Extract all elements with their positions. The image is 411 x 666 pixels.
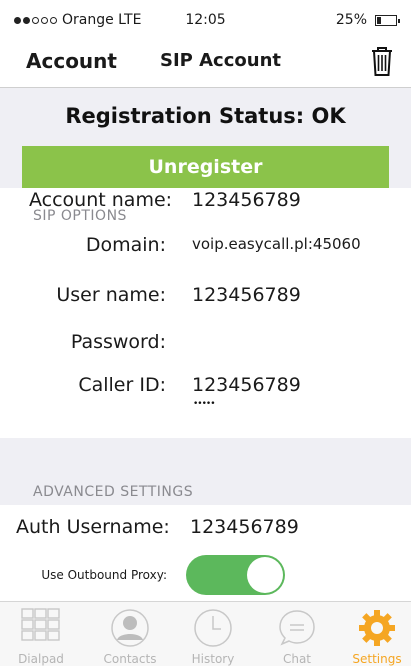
dialpad-icon: [21, 608, 60, 641]
auth-username-field[interactable]: 123456789: [190, 516, 299, 538]
page-title: SIP Account: [160, 50, 281, 71]
settings-icon: [359, 610, 395, 646]
tab-label: Chat: [282, 652, 312, 666]
tab-bar: Dialpad Contacts History Chat Settings: [0, 601, 411, 666]
caller-id-field[interactable]: 123456789: [192, 374, 301, 396]
domain-field[interactable]: voip.easycall.pl:45060: [192, 235, 361, 253]
password-label: Password:: [70, 331, 166, 353]
username-field[interactable]: 123456789: [192, 284, 301, 306]
outbound-proxy-toggle[interactable]: [186, 555, 285, 595]
outbound-proxy-label: Use Outbound Proxy:: [41, 568, 167, 582]
tab-label: Dialpad: [18, 652, 64, 666]
account-name-field[interactable]: 123456789: [192, 189, 301, 211]
toggle-knob: [247, 557, 283, 593]
auth-username-label: Auth Username:: [16, 516, 170, 538]
tab-settings[interactable]: Settings: [336, 602, 411, 666]
nav-header: Account SIP Account: [0, 40, 411, 88]
battery-info: 25%: [335, 12, 400, 28]
caller-id-label: Caller ID:: [78, 374, 166, 396]
tab-label: Contacts: [103, 652, 157, 666]
registration-status: Registration Status: OK: [65, 104, 346, 128]
battery-percent: 25%: [335, 12, 367, 28]
settings-content[interactable]: Registration Status: OK Unregister Accou…: [0, 88, 411, 601]
battery-icon: [375, 14, 400, 26]
advanced-settings-header: ADVANCED SETTINGS: [33, 484, 194, 500]
trash-icon[interactable]: [367, 44, 397, 78]
history-icon: [194, 609, 232, 647]
account-back-button[interactable]: Account: [26, 49, 117, 73]
chat-icon: [279, 610, 315, 646]
unregister-button[interactable]: Unregister: [22, 146, 389, 188]
sip-options-header: SIP OPTIONS: [33, 208, 127, 224]
tab-contacts[interactable]: Contacts: [89, 602, 171, 666]
domain-label: Domain:: [85, 234, 166, 256]
password-field[interactable]: •••••: [193, 399, 216, 409]
status-bar: Orange LTE 12:05 25%: [0, 0, 411, 40]
tab-dialpad[interactable]: Dialpad: [0, 602, 82, 666]
tab-label: Settings: [352, 652, 402, 666]
tab-label: History: [191, 652, 235, 666]
tab-chat[interactable]: Chat: [256, 602, 338, 666]
tab-history[interactable]: History: [172, 602, 254, 666]
contacts-icon: [111, 609, 149, 647]
username-label: User name:: [56, 284, 166, 306]
